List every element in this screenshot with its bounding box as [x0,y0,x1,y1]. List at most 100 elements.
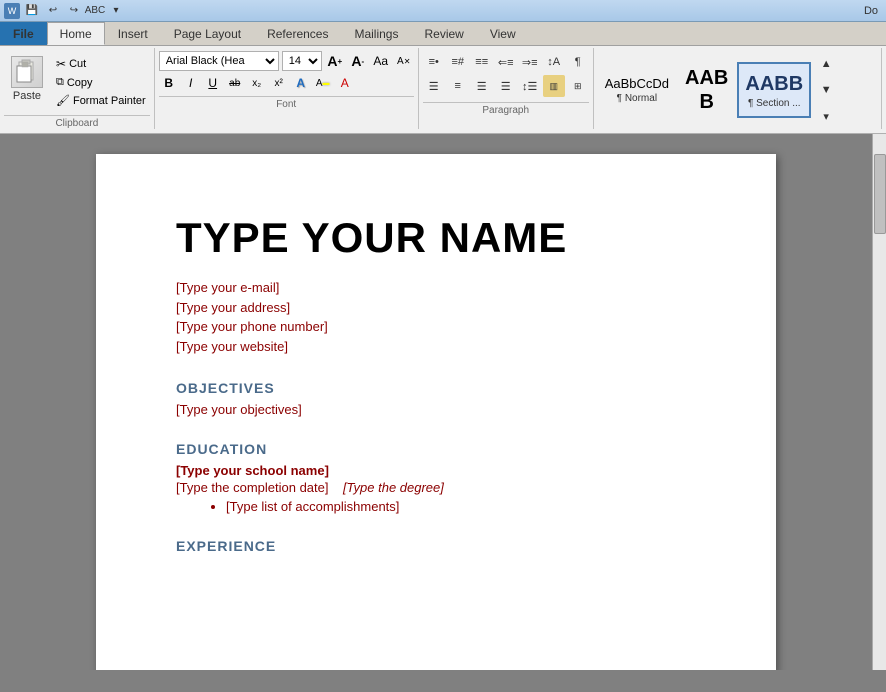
document-title: Do [864,5,878,17]
sort-button[interactable]: ↕A [543,51,565,73]
paragraph-group: ≡• ≡# ≡≡ ⇐≡ ⇒≡ ↕A ¶ ☰ ≡ ☰ ☰ ↕☰ ▥ ⊞ Parag… [419,48,594,129]
show-marks-button[interactable]: ¶ [567,51,589,73]
tab-page-layout[interactable]: Page Layout [161,22,254,45]
website-field[interactable]: [Type your website] [176,337,696,357]
format-painter-button[interactable]: 🖌 Format Painter [52,92,150,109]
save-button[interactable]: 💾 [23,2,41,20]
font-group-label: Font [159,96,414,110]
email-field[interactable]: [Type your e-mail] [176,278,696,298]
paste-label: Paste [13,90,41,102]
tab-view[interactable]: View [477,22,529,45]
font-color-button[interactable]: A [335,73,355,93]
title-bar: W 💾 ↩ ↪ ABC ▾ Do [0,0,886,22]
vertical-scrollbar[interactable] [872,134,886,670]
subscript-button[interactable]: x₂ [247,73,267,93]
objectives-content[interactable]: [Type your objectives] [176,402,696,417]
redo-button[interactable]: ↪ [65,2,83,20]
shrink-font-button[interactable]: A- [348,51,368,71]
styles-scroll-up[interactable]: ▲ [815,53,837,75]
borders-button[interactable]: ⊞ [567,75,589,97]
address-field[interactable]: [Type your address] [176,298,696,318]
tab-insert[interactable]: Insert [105,22,161,45]
text-effects-button[interactable]: A [291,73,311,93]
numbering-button[interactable]: ≡# [447,51,469,73]
degree-field[interactable]: [Type the degree] [343,480,444,495]
tab-mailings[interactable]: Mailings [341,22,411,45]
italic-button[interactable]: I [181,73,201,93]
spell-check-button[interactable]: ABC [86,2,104,20]
shading-button[interactable]: ▥ [543,75,565,97]
style-no-spacing[interactable]: AABB [678,62,735,118]
decrease-indent-button[interactable]: ⇐≡ [495,51,517,73]
document-area[interactable]: TYPE YOUR NAME [Type your e-mail] [Type … [0,134,872,670]
line-spacing-button[interactable]: ↕☰ [519,75,541,97]
font-family-select[interactable]: Arial Black (Hea [159,51,279,71]
undo-button[interactable]: ↩ [44,2,62,20]
tab-home[interactable]: Home [47,22,105,45]
copy-icon: ⧉ [56,76,64,89]
cut-label: Cut [69,58,86,70]
font-row-2: B I U ab x₂ x² A A▬ A [159,73,414,93]
paste-button[interactable]: Paste [4,51,50,112]
paragraph-row-1: ≡• ≡# ≡≡ ⇐≡ ⇒≡ ↕A ¶ [423,51,589,73]
document-title-text[interactable]: TYPE YOUR NAME [176,214,696,262]
font-row-1: Arial Black (Hea 14 A+ A- Aa A✕ [159,51,414,71]
document-page[interactable]: TYPE YOUR NAME [Type your e-mail] [Type … [96,154,776,670]
paragraph-group-label: Paragraph [423,102,589,116]
styles-items: AaBbCcDd ¶ Normal AABB AABB ¶ Section ..… [598,51,877,129]
tab-references[interactable]: References [254,22,341,45]
bullets-button[interactable]: ≡• [423,51,445,73]
contact-info: [Type your e-mail] [Type your address] [… [176,278,696,356]
paste-icon [11,56,43,88]
scrollbar-thumb[interactable] [874,154,886,234]
cut-icon: ✂ [56,57,66,71]
underline-button[interactable]: U [203,73,223,93]
copy-label: Copy [67,77,93,89]
word-icon: W [4,3,20,19]
tab-file[interactable]: File [0,22,47,45]
format-painter-label: Format Painter [73,95,146,107]
bold-button[interactable]: B [159,73,179,93]
completion-date-field[interactable]: [Type the completion date] [Type the deg… [176,480,696,495]
small-clipboard-buttons: ✂ Cut ⧉ Copy 🖌 Format Painter [52,51,150,112]
ribbon: Paste ✂ Cut ⧉ Copy 🖌 Format Painter [0,46,886,134]
style-normal[interactable]: AaBbCcDd ¶ Normal [598,62,676,118]
styles-group: AaBbCcDd ¶ Normal AABB AABB ¶ Section ..… [594,48,882,129]
increase-indent-button[interactable]: ⇒≡ [519,51,541,73]
tab-review[interactable]: Review [411,22,476,45]
quick-access-toolbar: W 💾 ↩ ↪ ABC ▾ [4,2,125,20]
justify-button[interactable]: ☰ [495,75,517,97]
style-normal-label: ¶ Normal [617,93,657,104]
style-section-label: ¶ Section ... [748,98,801,109]
multilevel-list-button[interactable]: ≡≡ [471,51,493,73]
font-size-select[interactable]: 14 [282,51,322,71]
accomplishment-item[interactable]: [Type list of accomplishments] [226,499,696,514]
font-group: Arial Black (Hea 14 A+ A- Aa A✕ B I U ab… [155,48,419,129]
school-name-field[interactable]: [Type your school name] [176,463,696,478]
style-section[interactable]: AABB ¶ Section ... [737,62,811,118]
copy-button[interactable]: ⧉ Copy [52,74,150,91]
superscript-button[interactable]: x² [269,73,289,93]
clear-formatting-button[interactable]: A✕ [394,51,414,71]
phone-field[interactable]: [Type your phone number] [176,317,696,337]
cut-button[interactable]: ✂ Cut [52,55,150,73]
align-left-button[interactable]: ☰ [423,75,445,97]
grow-font-button[interactable]: A+ [325,51,345,71]
dropdown-arrow[interactable]: ▾ [107,2,125,20]
text-highlight-button[interactable]: A▬ [313,73,333,93]
completion-date-text[interactable]: [Type the completion date] [176,480,328,495]
clipboard-controls: Paste ✂ Cut ⧉ Copy 🖌 Format Painter [4,51,150,112]
main-area: TYPE YOUR NAME [Type your e-mail] [Type … [0,134,886,670]
objectives-heading: OBJECTIVES [176,380,696,396]
styles-scroll-down[interactable]: ▼ [815,79,837,101]
education-heading: EDUCATION [176,441,696,457]
change-case-button[interactable]: Aa [371,51,391,71]
paragraph-row-2: ☰ ≡ ☰ ☰ ↕☰ ▥ ⊞ [423,75,589,97]
style-normal-preview: AaBbCcDd [605,76,669,92]
experience-heading: EXPERIENCE [176,538,696,554]
ribbon-content: Paste ✂ Cut ⧉ Copy 🖌 Format Painter [0,46,886,133]
strikethrough-button[interactable]: ab [225,73,245,93]
align-right-button[interactable]: ☰ [471,75,493,97]
styles-more[interactable]: ▾ [815,105,837,127]
align-center-button[interactable]: ≡ [447,75,469,97]
